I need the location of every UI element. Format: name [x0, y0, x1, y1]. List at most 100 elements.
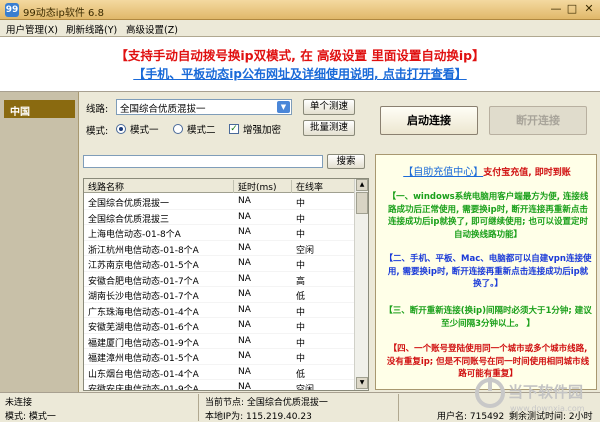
line-select[interactable]: 全国综合优质混拔一 ▼ — [116, 99, 292, 115]
online-rate-cell: 中 — [296, 307, 306, 318]
line-name-cell: 山东烟台电信动态-01-4个A — [88, 369, 199, 380]
chevron-down-icon[interactable]: ▼ — [277, 101, 290, 113]
mode-label: 模式: — [86, 126, 109, 137]
table-row[interactable]: 福建厦门电信动态-01-9个A NA 中 — [84, 334, 355, 349]
line-name-cell: 广东珠海电信动态-01-4个A — [88, 307, 199, 318]
line-name-cell: 湖南长沙电信动态-01-7个A — [88, 292, 199, 302]
latency-cell: NA — [238, 258, 251, 268]
online-rate-cell: 空闲 — [296, 245, 315, 256]
column-header-latency[interactable]: 延时(ms) — [234, 180, 292, 193]
notice-windows: 【一、windows系统电脑用客户端最方为便, 连接线路成功后正常使用, 需要换… — [387, 192, 589, 240]
connect-button[interactable]: 启动连接 — [380, 106, 478, 135]
online-rate-cell: 中 — [296, 354, 306, 364]
announcement-banner: 【支持手动自动拨号换ip双模式, 在 高级设置 里面设置自动换ip】 【手机、平… — [0, 37, 600, 92]
app-logo-icon: 99 — [5, 3, 19, 17]
banner-instructions-link[interactable]: 【手机、平板动态ip公布网址及详细使用说明, 点击打开查看】 — [0, 65, 600, 82]
table-body: 全国综合优质混拔一 NA 中全国综合优质混拔三 NA 中上海电信动态-01-8个A NA 中… — [84, 194, 355, 391]
single-speedtest-button[interactable]: 单个测速 — [303, 99, 355, 115]
line-name-cell: 福建厦门电信动态-01-9个A — [88, 338, 199, 349]
radio-unselected-icon — [173, 124, 183, 134]
table-row[interactable]: 湖南长沙电信动态-01-7个A NA 低 — [84, 287, 355, 303]
mode2-label: 模式二 — [187, 125, 216, 136]
table-scrollbar[interactable]: ▲ ▼ — [354, 179, 368, 390]
table-row[interactable]: 安徽安庆电信动态-01-9个A NA 空闲 — [84, 380, 355, 391]
latency-cell: NA — [238, 320, 251, 330]
scroll-down-icon[interactable]: ▼ — [356, 377, 368, 389]
table-row[interactable]: 福建漳州电信动态-01-5个A NA 中 — [84, 349, 355, 365]
online-rate-cell: 中 — [296, 214, 306, 225]
table-row[interactable]: 安徽合肥电信动态-01-7个A NA 高 — [84, 272, 355, 287]
line-table: 线路名称 延时(ms) 在线率 全国综合优质混拔一 NA 中 全国综合优质混拔三 NA 中… — [83, 178, 369, 391]
latency-cell: NA — [238, 196, 251, 206]
mode1-label: 模式一 — [130, 125, 159, 136]
current-node-status: 当前节点: 全国综合优质混拔一 — [205, 398, 328, 408]
mode2-radio[interactable]: 模式二 — [173, 122, 216, 136]
banner-auto-ip-notice: 【支持手动自动拨号换ip双模式, 在 高级设置 里面设置自动换ip】 — [115, 48, 485, 63]
minimize-button[interactable]: — — [548, 2, 564, 16]
online-rate-cell: 中 — [296, 261, 306, 271]
notice-mobile: 【二、手机、平板、Mac、电脑都可以自建vpn连接使用, 需要换ip时, 断开连… — [384, 254, 592, 289]
window-title: 99动态ip软件 6.8 — [23, 8, 104, 19]
maximize-button[interactable]: □ — [564, 2, 580, 16]
line-selection-panel: 线路: 全国综合优质混拔一 ▼ 单个测速 模式: 模式一 模式二 ✓ 增强加密 … — [79, 92, 371, 392]
line-name-cell: 江苏南京电信动态-01-5个A — [88, 261, 199, 271]
radio-selected-icon — [116, 124, 126, 134]
batch-speedtest-button[interactable]: 批量测速 — [303, 120, 355, 136]
region-tab-china[interactable]: 中国 — [4, 100, 75, 118]
latency-cell: NA — [238, 304, 251, 315]
online-rate-cell: 空闲 — [296, 385, 315, 391]
line-name-cell: 上海电信动态-01-8个A — [88, 230, 181, 240]
recharge-center-link[interactable]: 【自助充值中心】 — [403, 167, 483, 178]
table-row[interactable]: 全国综合优质混拔三 NA 中 — [84, 210, 355, 225]
line-select-value: 全国综合优质混拔一 — [120, 104, 206, 115]
encrypt-label: 增强加密 — [243, 125, 282, 136]
status-divider — [198, 394, 199, 421]
title-bar: 99 99动态ip软件 6.8 — □ ✕ — [0, 0, 600, 20]
scroll-up-icon[interactable]: ▲ — [356, 179, 368, 191]
menu-advanced-settings[interactable]: 高级设置(Z) — [126, 22, 178, 36]
close-button[interactable]: ✕ — [581, 2, 597, 16]
recharge-line: 【自助充值中心】支付宝充值, 即时到账 — [376, 163, 596, 178]
latency-cell: NA — [238, 211, 251, 222]
mode1-radio[interactable]: 模式一 — [116, 122, 159, 136]
disconnect-button[interactable]: 断开连接 — [489, 106, 587, 135]
table-row[interactable]: 江苏南京电信动态-01-5个A NA 中 — [84, 256, 355, 272]
connection-panel: 启动连接 断开连接 【自助充值中心】支付宝充值, 即时到账 【一、windows… — [371, 92, 600, 392]
online-rate-cell: 高 — [296, 276, 306, 287]
recharge-tail: 支付宝充值, 即时到账 — [483, 168, 571, 178]
watermark-name: 当下软件园 — [508, 383, 583, 401]
column-header-online[interactable]: 在线率 — [292, 180, 355, 193]
menu-user-management[interactable]: 用户管理(X) — [6, 22, 58, 36]
line-name-cell: 全国综合优质混拔三 — [88, 214, 170, 225]
local-ip-status: 本地IP为: 115.219.40.23 — [205, 412, 312, 422]
encrypt-checkbox[interactable]: ✓ 增强加密 — [229, 122, 281, 136]
table-row[interactable]: 山东烟台电信动态-01-4个A NA 低 — [84, 365, 355, 380]
table-row[interactable]: 浙江杭州电信动态-01-8个A NA 空闲 — [84, 241, 355, 256]
latency-cell: NA — [238, 366, 251, 377]
latency-cell: NA — [238, 335, 251, 346]
line-name-cell: 福建漳州电信动态-01-5个A — [88, 354, 199, 364]
line-name-cell: 安徽合肥电信动态-01-7个A — [88, 276, 199, 287]
search-input[interactable] — [83, 155, 323, 168]
table-row[interactable]: 全国综合优质混拔一 NA 中 — [84, 194, 355, 210]
online-rate-cell: 中 — [296, 323, 306, 333]
online-rate-cell: 中 — [296, 338, 306, 349]
table-row[interactable]: 安徽芜湖电信动态-01-6个A NA 中 — [84, 318, 355, 334]
menu-bar: 用户管理(X) 刷新线路(Y) 高级设置(Z) — [0, 20, 600, 37]
search-button[interactable]: 搜索 — [327, 154, 365, 169]
online-rate-cell: 低 — [296, 292, 306, 302]
menu-refresh-lines[interactable]: 刷新线路(Y) — [66, 22, 117, 36]
line-name-cell: 全国综合优质混拔一 — [88, 199, 170, 209]
scroll-thumb[interactable] — [356, 192, 368, 214]
latency-cell: NA — [238, 273, 251, 284]
table-row[interactable]: 上海电信动态-01-8个A NA 中 — [84, 225, 355, 241]
table-row[interactable]: 广东珠海电信动态-01-4个A NA 中 — [84, 303, 355, 318]
status-divider — [398, 394, 399, 421]
checkmark-icon: ✓ — [229, 124, 239, 134]
table-header: 线路名称 延时(ms) 在线率 — [84, 179, 355, 193]
column-header-name[interactable]: 线路名称 — [84, 180, 234, 193]
online-rate-cell: 低 — [296, 369, 306, 380]
online-rate-cell: 中 — [296, 230, 306, 240]
latency-cell: NA — [238, 227, 251, 237]
notice-box: 【自助充值中心】支付宝充值, 即时到账 【一、windows系统电脑用客户端最方… — [375, 154, 597, 390]
